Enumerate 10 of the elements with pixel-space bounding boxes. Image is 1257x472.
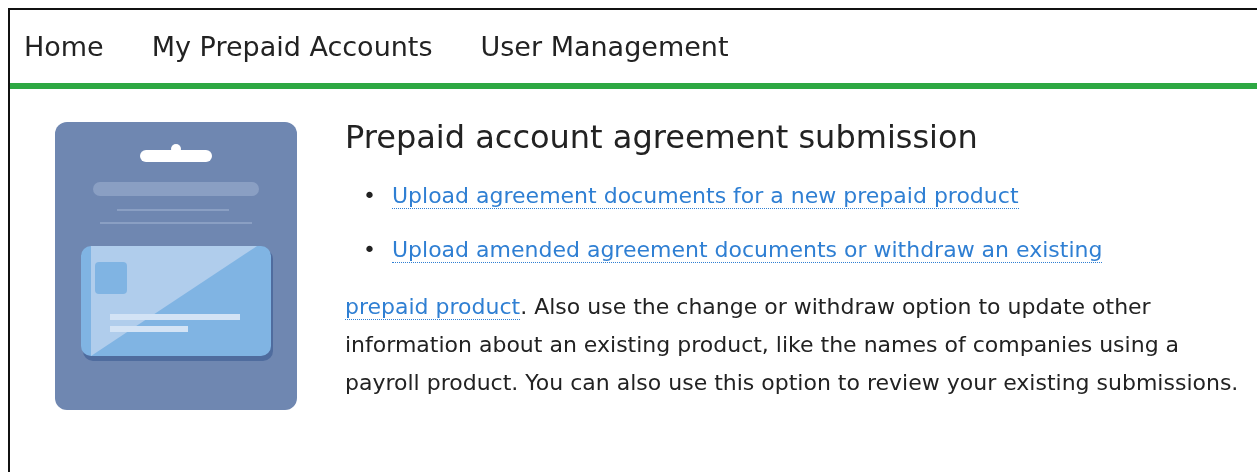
nav-link[interactable]: My Prepaid Accounts [151, 31, 433, 62]
nav-link[interactable]: User Management [480, 31, 729, 62]
prepaid-product-link[interactable]: prepaid product [345, 294, 521, 320]
upload-link[interactable]: Upload agreement documents for a new prepaid product [392, 183, 1019, 209]
bullet: • [363, 183, 376, 208]
description-text: prepaid product. Also use the change or withdraw option to update other information about an existing product, like the names of companies using a payroll product. You can also use this option to review your existing submissions. [345, 293, 1240, 397]
bullet: • [363, 237, 376, 262]
upload-link[interactable]: Upload amended agreement documents or withdraw an existing [392, 237, 1103, 263]
nav-link[interactable]: Home [24, 31, 104, 62]
page-title: Prepaid account agreement submission [345, 118, 979, 156]
